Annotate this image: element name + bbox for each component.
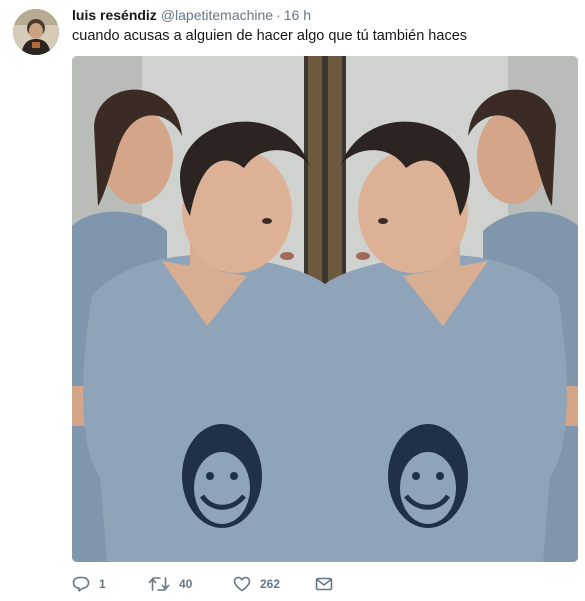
media-left-half — [72, 56, 325, 562]
reply-count: 1 — [99, 577, 106, 591]
tweet-header: luis reséndiz @lapetitemachine · 16 h — [72, 6, 311, 24]
retweet-button[interactable]: 40 — [148, 576, 233, 592]
like-count: 262 — [260, 577, 281, 591]
heart-icon — [233, 576, 251, 592]
envelope-icon — [315, 577, 333, 591]
retweet-count: 40 — [179, 577, 193, 591]
avatar[interactable] — [13, 9, 59, 55]
tweet-timestamp[interactable]: 16 h — [284, 7, 311, 23]
reply-button[interactable]: 1 — [72, 576, 148, 592]
author-handle[interactable]: @lapetitemachine — [161, 7, 273, 23]
media-right-half — [325, 56, 578, 562]
tweet-actions: 1 40 262 — [72, 573, 333, 595]
separator-dot: · — [276, 7, 281, 23]
like-button[interactable]: 262 — [233, 576, 315, 592]
author-name[interactable]: luis reséndiz — [72, 7, 157, 23]
direct-message-button[interactable] — [315, 577, 333, 591]
tweet-text: cuando acusas a alguien de hacer algo qu… — [72, 28, 468, 44]
tweet: luis reséndiz @lapetitemachine · 16 h cuand… — [0, 0, 585, 601]
retweet-icon — [148, 576, 170, 592]
reply-icon — [72, 576, 90, 592]
tweet-media-image[interactable] — [72, 56, 578, 562]
